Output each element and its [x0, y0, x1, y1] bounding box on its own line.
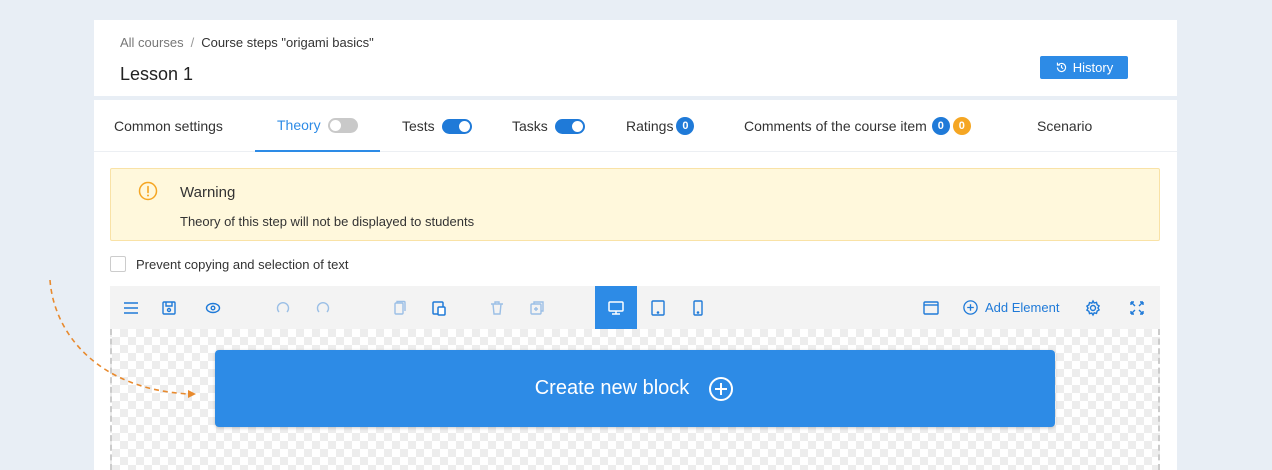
ratings-count-badge: 0 — [676, 117, 695, 135]
prevent-copying-row: Prevent copying and selection of text — [110, 256, 348, 272]
tab-tasks[interactable]: Tasks — [512, 100, 585, 152]
copy-button[interactable] — [386, 286, 412, 329]
settings-button[interactable] — [1080, 286, 1106, 329]
fullscreen-button[interactable] — [1124, 286, 1150, 329]
comments-count-badge: 0 — [931, 117, 950, 135]
tab-ratings[interactable]: Ratings 0 — [626, 100, 695, 152]
theory-toggle[interactable] — [327, 117, 358, 133]
breadcrumb-all-courses-link[interactable]: All courses — [120, 35, 184, 50]
tablet-icon — [651, 299, 665, 316]
delete-button[interactable] — [484, 286, 510, 329]
warning-title: Warning — [180, 184, 236, 201]
tests-toggle[interactable] — [441, 118, 472, 134]
tab-label: Ratings — [626, 118, 674, 134]
history-button-label: History — [1072, 60, 1114, 75]
duplicate-button[interactable] — [524, 286, 550, 329]
page-title: Lesson 1 — [120, 64, 194, 84]
create-new-block-label: Create new block — [534, 377, 690, 399]
add-element-button[interactable]: Add Element — [962, 286, 1059, 329]
breadcrumb-current[interactable]: Course steps "origami basics" — [201, 35, 374, 50]
tablet-view-button[interactable] — [645, 286, 671, 329]
add-element-label: Add Element — [985, 300, 1060, 315]
tab-scenario[interactable]: Scenario — [1037, 100, 1092, 152]
paste-icon — [432, 300, 446, 316]
undo-button[interactable] — [270, 286, 296, 329]
redo-icon — [316, 301, 330, 312]
comments-pending-badge: 0 — [952, 117, 971, 135]
fullscreen-icon — [1130, 300, 1144, 315]
tab-label: Scenario — [1037, 118, 1093, 134]
mobile-view-button[interactable] — [685, 286, 711, 329]
prevent-copying-label[interactable]: Prevent copying and selection of text — [136, 257, 348, 272]
mobile-icon — [693, 299, 703, 316]
plus-circle-icon — [709, 376, 734, 401]
copy-icon — [394, 300, 406, 315]
prevent-copying-checkbox[interactable] — [110, 256, 126, 272]
duplicate-icon — [530, 300, 544, 315]
delete-icon — [491, 300, 503, 315]
tab-label: Comments of the course item — [744, 118, 927, 134]
header-card: All courses / Course steps "origami basics… — [94, 20, 1177, 96]
breadcrumb: All courses / Course steps "origami basics… — [120, 35, 374, 50]
tab-label: Tasks — [512, 118, 548, 134]
history-clock-icon — [1056, 62, 1066, 73]
redo-button[interactable] — [310, 286, 336, 329]
tab-bar: Common settings Theory Tests Tasks Ratin… — [94, 100, 1177, 152]
tab-comments[interactable]: Comments of the course item 0 0 — [744, 100, 971, 152]
warning-icon — [138, 181, 158, 201]
tab-tests[interactable]: Tests — [402, 100, 472, 152]
tab-label: Common settings — [114, 118, 223, 134]
tab-label: Theory — [277, 117, 321, 133]
warning-alert: Warning Theory of this step will not be … — [110, 168, 1160, 241]
create-new-block-button[interactable]: Create new block — [215, 350, 1055, 427]
desktop-icon — [608, 300, 624, 315]
editor-toolbar: Add Element — [110, 286, 1160, 329]
warning-text: Theory of this step will not be displaye… — [180, 214, 475, 229]
breadcrumb-separator: / — [190, 35, 195, 50]
window-icon — [923, 300, 939, 315]
settings-gear-icon — [1085, 299, 1101, 316]
desktop-view-button[interactable] — [595, 286, 637, 329]
tab-label: Tests — [402, 118, 435, 134]
tab-theory[interactable]: Theory — [255, 100, 380, 152]
main-card: Common settings Theory Tests Tasks Ratin… — [94, 100, 1177, 470]
paste-button[interactable] — [426, 286, 452, 329]
annotation-arrow — [49, 279, 196, 398]
tab-common-settings[interactable]: Common settings — [114, 100, 223, 152]
tasks-toggle[interactable] — [554, 118, 585, 134]
history-button[interactable]: History — [1040, 56, 1128, 79]
undo-icon — [276, 301, 290, 312]
add-icon — [963, 300, 978, 315]
layout-window-button[interactable] — [918, 286, 944, 329]
